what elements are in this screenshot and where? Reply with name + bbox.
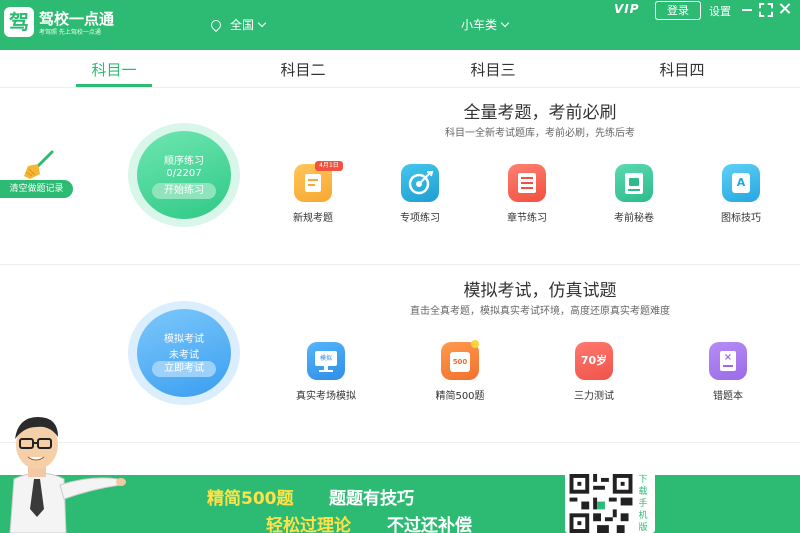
- three-power-tag: 70岁: [580, 354, 608, 367]
- feature-pre-exam-paper-label: 考前秘卷: [614, 213, 654, 224]
- feature-real-exam-sim-label: 真实考场模拟: [296, 391, 356, 402]
- start-exam-button[interactable]: 立即考试: [152, 361, 216, 377]
- feature-three-power-test-label: 三力测试: [574, 391, 614, 402]
- new-rules-icon: 4月1日: [294, 161, 343, 202]
- feature-three-power-test[interactable]: 70岁 三力测试: [554, 342, 634, 402]
- feature-chapter-practice[interactable]: 章节练习: [487, 164, 567, 224]
- tab-subject-4[interactable]: 科目四: [642, 59, 722, 80]
- banner-text-compensation: 不过还补偿: [387, 516, 472, 533]
- start-practice-button[interactable]: 开始练习: [152, 183, 216, 199]
- tab-subject-3[interactable]: 科目三: [453, 59, 533, 80]
- mock-exam-label: 模拟考试: [164, 334, 204, 345]
- 500-icon: 500: [441, 340, 479, 380]
- sequential-practice-circle[interactable]: 顺序练习 0/2207 开始练习: [137, 131, 231, 219]
- feature-special-practice-label: 专项练习: [400, 213, 440, 224]
- exam-paper-icon: [615, 164, 653, 202]
- feature-sign-tips-label: 图标技巧: [721, 213, 761, 224]
- mock-section-title: 模拟考试，仿真试题: [463, 281, 617, 301]
- feature-new-rules[interactable]: 4月1日 新规考题: [273, 161, 353, 224]
- sign-icon: A: [722, 164, 760, 202]
- broom-icon: [24, 150, 54, 179]
- chevron-down-icon: [500, 18, 510, 28]
- feature-chapter-practice-label: 章节练习: [507, 213, 547, 224]
- sequential-practice-progress: 0/2207: [166, 168, 202, 179]
- banner-text-500: 精简500题: [207, 489, 294, 509]
- feature-real-exam-sim[interactable]: 模拟 真实考场模拟: [286, 342, 366, 402]
- banner-text-tips: 题题有技巧: [329, 489, 414, 509]
- new-rules-badge: 4月1日: [315, 161, 343, 171]
- tab-subject-1[interactable]: 科目一: [74, 59, 154, 80]
- app-slogan: 考驾照 先上驾校一点通: [39, 29, 101, 36]
- title-bar: 驾 驾校一点通 考驾照 先上驾校一点通 全国 小车类 VIP 登录 设置: [0, 0, 800, 50]
- clear-record-button[interactable]: 清空做题记录: [0, 180, 73, 198]
- mascot-illustration: [9, 417, 126, 533]
- mock-exam-circle[interactable]: 模拟考试 未考试 立即考试: [137, 309, 231, 397]
- feature-special-practice[interactable]: 专项练习: [380, 164, 460, 224]
- app-title: 驾校一点通: [39, 10, 115, 28]
- feature-pre-exam-paper[interactable]: 考前秘卷: [594, 164, 674, 224]
- feature-500-questions[interactable]: 500 精简500题: [420, 340, 500, 402]
- tab-subject-2[interactable]: 科目二: [263, 59, 343, 80]
- feature-500-questions-label: 精简500题: [435, 391, 485, 402]
- fullscreen-icon[interactable]: [758, 3, 773, 17]
- minimize-icon[interactable]: [740, 3, 754, 15]
- vip-button[interactable]: VIP: [614, 2, 640, 16]
- target-icon: [401, 164, 439, 202]
- list-icon: [508, 164, 546, 202]
- feature-wrong-book[interactable]: × 错题本: [688, 342, 768, 402]
- region-selector[interactable]: 全国: [208, 16, 267, 33]
- feature-new-rules-label: 新规考题: [293, 213, 333, 224]
- mock-section-subtitle: 直击全真考题，模拟真实考试环境，高度还原真实考题难度: [410, 306, 670, 317]
- chevron-down-icon: [257, 18, 267, 28]
- practice-section-title: 全量考题，考前必刷: [463, 103, 617, 123]
- qr-code-icon: [569, 474, 633, 533]
- app-logo: 驾: [4, 7, 34, 37]
- monitor-tag: 模拟: [315, 351, 337, 366]
- mock-exam-status: 未考试: [169, 350, 199, 361]
- banner-text-easy-pass: 轻松过理论: [266, 516, 351, 533]
- 500-tag: 500: [450, 352, 470, 372]
- practice-section-subtitle: 科目一全新考试题库，考前必刷，先练后考: [445, 128, 635, 139]
- region-label: 全国: [230, 18, 255, 32]
- sequential-practice-label: 顺序练习: [164, 156, 204, 167]
- close-icon[interactable]: [778, 3, 792, 15]
- settings-button[interactable]: 设置: [709, 3, 731, 19]
- download-app-label: 下载手机版: [638, 475, 648, 533]
- car-type-label: 小车类: [461, 18, 498, 32]
- three-power-icon: 70岁: [575, 342, 613, 380]
- feature-sign-tips[interactable]: A 图标技巧: [701, 164, 781, 224]
- feature-wrong-book-label: 错题本: [713, 391, 743, 402]
- wrong-book-icon: ×: [709, 342, 747, 380]
- active-tab-indicator: [76, 84, 152, 87]
- login-button[interactable]: 登录: [655, 1, 701, 20]
- download-qr-panel[interactable]: 下载手机版: [565, 466, 655, 533]
- monitor-icon: 模拟: [307, 342, 345, 380]
- section-divider: [0, 264, 800, 265]
- car-type-selector[interactable]: 小车类: [461, 16, 510, 33]
- location-icon: [208, 17, 224, 33]
- subject-tabs: 科目一 科目二 科目三 科目四: [0, 50, 800, 88]
